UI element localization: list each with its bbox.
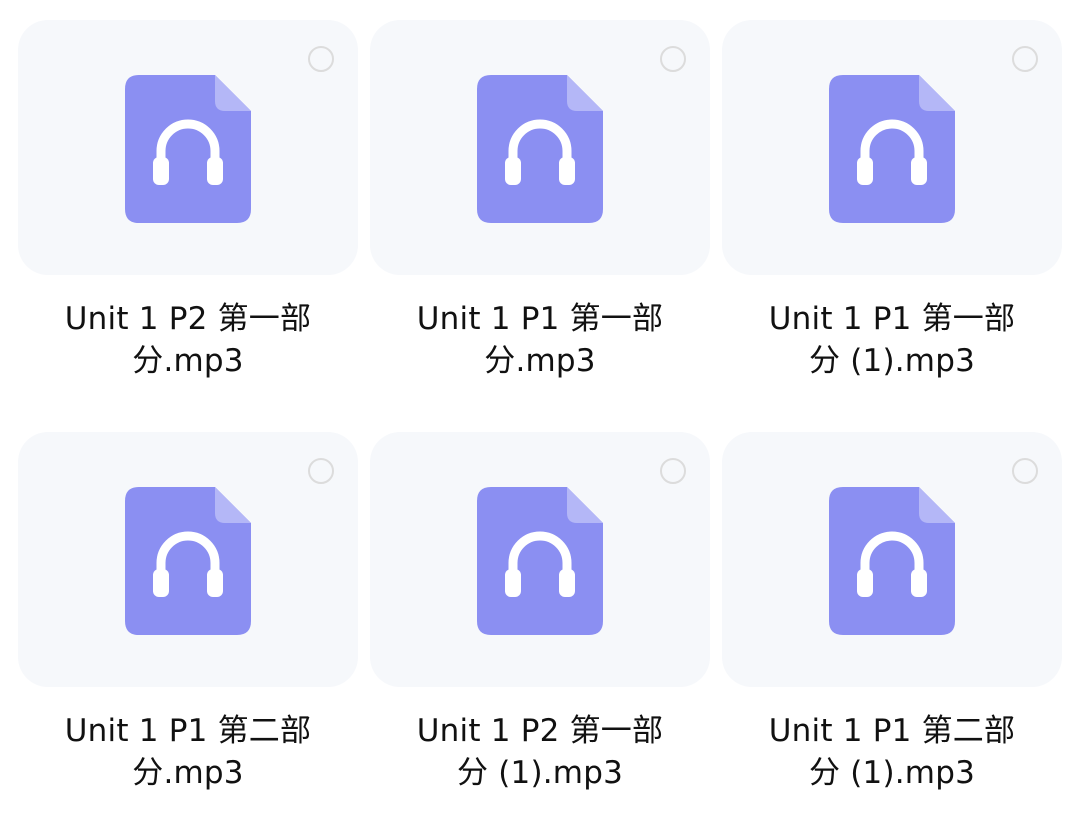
file-thumbnail-card[interactable] (18, 20, 358, 275)
file-name-line1: Unit 1 P2 第一部 (64, 301, 312, 337)
file-name-line2: 分.mp3 (132, 343, 244, 379)
file-name-line2: 分 (1).mp3 (456, 755, 624, 791)
audio-file-icon (125, 75, 251, 223)
audio-file-icon (477, 75, 603, 223)
file-name[interactable]: Unit 1 P2 第一部 分 (1).mp3 (370, 710, 710, 794)
file-grid: Unit 1 P2 第一部 分.mp3 Unit 1 P1 第一部 分.mp3 (0, 0, 1080, 791)
select-checkbox[interactable] (1012, 46, 1038, 72)
file-name[interactable]: Unit 1 P1 第二部 分 (1).mp3 (722, 710, 1062, 794)
file-name-line1: Unit 1 P1 第二部 (64, 713, 312, 749)
select-checkbox[interactable] (660, 46, 686, 72)
file-thumbnail-card[interactable] (370, 20, 710, 275)
file-item[interactable]: Unit 1 P1 第一部 分 (1).mp3 (722, 20, 1062, 410)
select-checkbox[interactable] (660, 458, 686, 484)
file-thumbnail-card[interactable] (18, 432, 358, 687)
file-thumbnail-card[interactable] (370, 432, 710, 687)
file-thumbnail-card[interactable] (722, 20, 1062, 275)
file-name-line2: 分.mp3 (484, 343, 596, 379)
audio-file-icon (829, 487, 955, 635)
file-name[interactable]: Unit 1 P2 第一部 分.mp3 (18, 298, 358, 382)
select-checkbox[interactable] (1012, 458, 1038, 484)
file-name-line1: Unit 1 P1 第一部 (768, 301, 1016, 337)
file-name-line1: Unit 1 P1 第二部 (768, 713, 1016, 749)
file-name[interactable]: Unit 1 P1 第二部 分.mp3 (18, 710, 358, 794)
select-checkbox[interactable] (308, 458, 334, 484)
file-name-line1: Unit 1 P2 第一部 (416, 713, 664, 749)
file-name-line2: 分 (1).mp3 (808, 755, 976, 791)
file-item[interactable]: Unit 1 P2 第一部 分 (1).mp3 (370, 432, 710, 822)
file-name-line2: 分.mp3 (132, 755, 244, 791)
file-thumbnail-card[interactable] (722, 432, 1062, 687)
file-item[interactable]: Unit 1 P1 第一部 分.mp3 (370, 20, 710, 410)
file-name[interactable]: Unit 1 P1 第一部 分 (1).mp3 (722, 298, 1062, 382)
file-item[interactable]: Unit 1 P1 第二部 分.mp3 (18, 432, 358, 822)
file-item[interactable]: Unit 1 P2 第一部 分.mp3 (18, 20, 358, 410)
select-checkbox[interactable] (308, 46, 334, 72)
audio-file-icon (125, 487, 251, 635)
file-item[interactable]: Unit 1 P1 第二部 分 (1).mp3 (722, 432, 1062, 822)
file-name-line1: Unit 1 P1 第一部 (416, 301, 664, 337)
audio-file-icon (829, 75, 955, 223)
file-name[interactable]: Unit 1 P1 第一部 分.mp3 (370, 298, 710, 382)
file-name-line2: 分 (1).mp3 (808, 343, 976, 379)
audio-file-icon (477, 487, 603, 635)
